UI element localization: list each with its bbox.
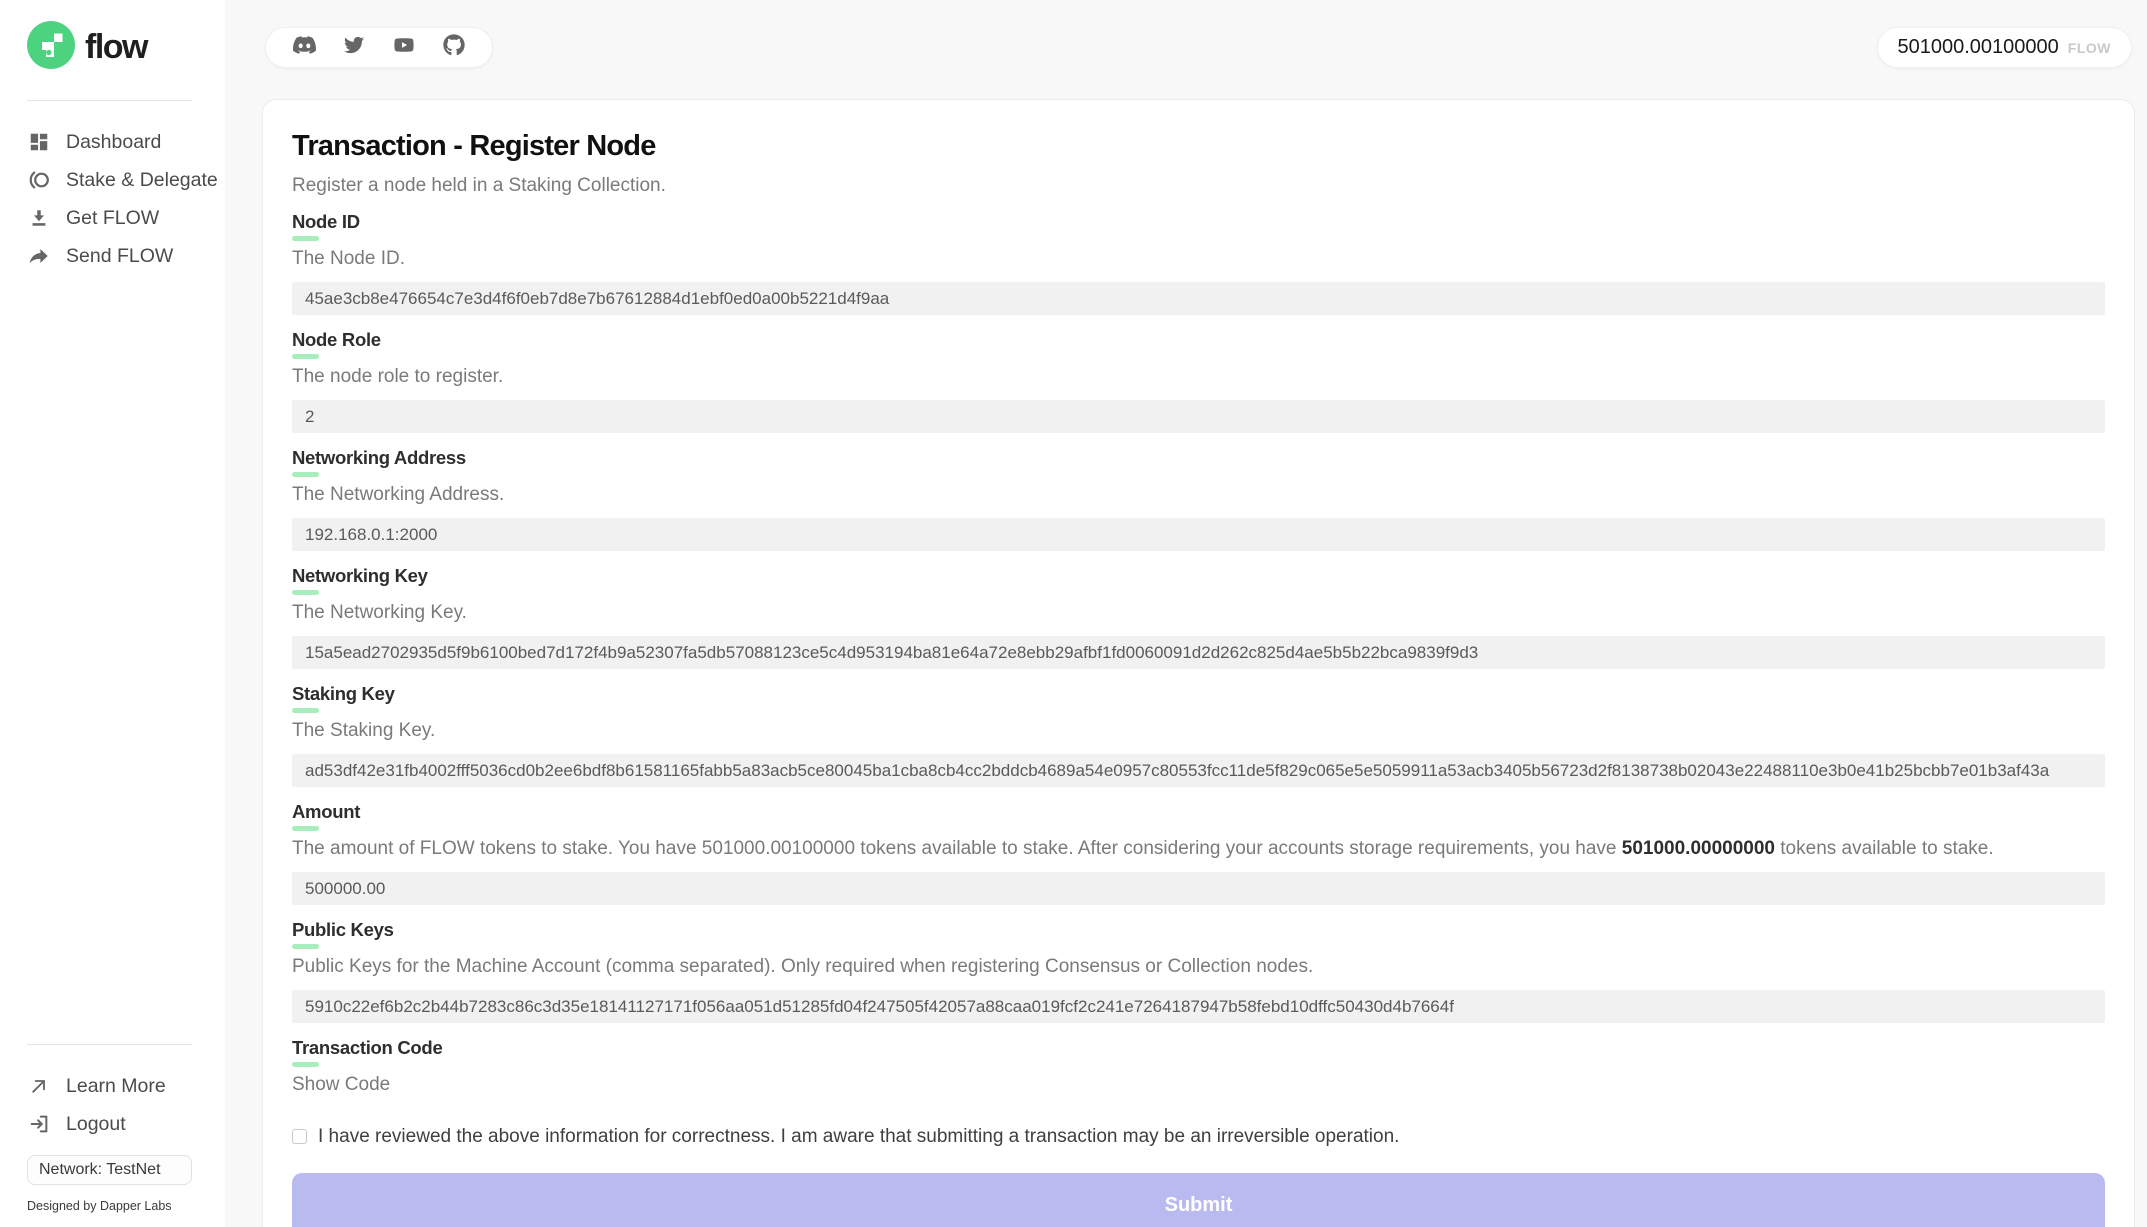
flow-logo[interactable]: flow — [0, 21, 225, 74]
amount-desc-before: The amount of FLOW tokens to stake. You … — [292, 838, 1622, 859]
twitter-icon — [343, 35, 365, 60]
networking-address-input[interactable] — [292, 518, 2105, 551]
confirmation-row: I have reviewed the above information fo… — [292, 1126, 2105, 1148]
field-networking-address: Networking Address The Networking Addres… — [292, 447, 2105, 551]
external-link-icon — [27, 1074, 51, 1098]
field-label: Staking Key — [292, 683, 2105, 705]
label-underline — [292, 590, 319, 595]
field-label: Networking Address — [292, 447, 2105, 469]
twitter-link[interactable] — [342, 36, 366, 60]
stake-delegate-icon — [27, 168, 51, 192]
discord-icon — [292, 35, 317, 60]
field-node-role: Node Role The node role to register. — [292, 329, 2105, 433]
logout-icon — [27, 1112, 51, 1136]
discord-link[interactable] — [292, 36, 316, 60]
label-underline — [292, 826, 319, 831]
confirmation-text: I have reviewed the above information fo… — [318, 1126, 1399, 1148]
sidebar-item-label: Get FLOW — [66, 207, 159, 230]
sidebar-item-send-flow[interactable]: Send FLOW — [0, 237, 225, 275]
github-link[interactable] — [442, 36, 466, 60]
social-links — [265, 27, 493, 68]
field-description: The Networking Key. — [292, 602, 2105, 624]
field-label: Transaction Code — [292, 1037, 2105, 1059]
public-keys-input[interactable] — [292, 990, 2105, 1023]
transaction-card: Transaction - Register Node Register a n… — [262, 99, 2135, 1227]
staking-key-input[interactable] — [292, 754, 2105, 787]
field-label: Amount — [292, 801, 2105, 823]
field-description: The Networking Address. — [292, 484, 2105, 506]
github-icon — [443, 34, 465, 61]
field-label: Networking Key — [292, 565, 2105, 587]
topbar: 501000.00100000 FLOW — [265, 27, 2132, 68]
field-label: Public Keys — [292, 919, 2105, 941]
dashboard-icon — [27, 130, 51, 154]
amount-available-bold: 501000.00000000 — [1622, 838, 1775, 859]
page-title: Transaction - Register Node — [292, 130, 2105, 163]
show-code-toggle[interactable]: Show Code — [292, 1074, 390, 1096]
sidebar-item-label: Dashboard — [66, 131, 161, 154]
sidebar-item-label: Learn More — [66, 1075, 166, 1098]
sidebar-item-label: Logout — [66, 1113, 126, 1136]
page-subtitle: Register a node held in a Staking Collec… — [292, 175, 2105, 197]
field-description: The Staking Key. — [292, 720, 2105, 742]
field-description: Public Keys for the Machine Account (com… — [292, 956, 2105, 978]
send-icon — [27, 244, 51, 268]
app-root: flow Dashboard Stake & Delegate Get F — [0, 0, 2147, 1227]
sidebar-item-dashboard[interactable]: Dashboard — [0, 123, 225, 161]
label-underline — [292, 354, 319, 359]
sidebar: flow Dashboard Stake & Delegate Get F — [0, 0, 225, 1227]
divider — [27, 100, 192, 101]
divider — [27, 1044, 192, 1045]
brand-name: flow — [85, 28, 147, 67]
youtube-link[interactable] — [392, 36, 416, 60]
label-underline — [292, 236, 319, 241]
field-amount: Amount The amount of FLOW tokens to stak… — [292, 801, 2105, 905]
network-indicator: Network: TestNet — [27, 1155, 192, 1185]
field-public-keys: Public Keys Public Keys for the Machine … — [292, 919, 2105, 1023]
sidebar-footer-nav: Learn More Logout — [0, 1067, 225, 1143]
submit-button[interactable]: Submit — [292, 1173, 2105, 1227]
label-underline — [292, 708, 319, 713]
flow-logo-icon — [27, 21, 75, 74]
field-staking-key: Staking Key The Staking Key. — [292, 683, 2105, 787]
balance-currency: FLOW — [2068, 40, 2111, 56]
youtube-icon — [392, 36, 416, 59]
label-underline — [292, 1062, 319, 1067]
main-area: 501000.00100000 FLOW Transaction - Regis… — [225, 0, 2147, 1227]
account-balance: 501000.00100000 FLOW — [1877, 27, 2133, 68]
field-label: Node ID — [292, 211, 2105, 233]
sidebar-item-logout[interactable]: Logout — [0, 1105, 225, 1143]
field-node-id: Node ID The Node ID. — [292, 211, 2105, 315]
node-id-input[interactable] — [292, 282, 2105, 315]
sidebar-item-get-flow[interactable]: Get FLOW — [0, 199, 225, 237]
sidebar-item-learn-more[interactable]: Learn More — [0, 1067, 225, 1105]
label-underline — [292, 472, 319, 477]
sidebar-item-label: Send FLOW — [66, 245, 173, 268]
field-description: The Node ID. — [292, 248, 2105, 270]
confirmation-checkbox[interactable] — [292, 1129, 307, 1144]
field-description: The node role to register. — [292, 366, 2105, 388]
field-label: Node Role — [292, 329, 2105, 351]
amount-input[interactable] — [292, 872, 2105, 905]
field-networking-key: Networking Key The Networking Key. — [292, 565, 2105, 669]
field-transaction-code: Transaction Code Show Code — [292, 1037, 2105, 1096]
sidebar-item-label: Stake & Delegate — [66, 169, 218, 192]
label-underline — [292, 944, 319, 949]
sidebar-nav: Dashboard Stake & Delegate Get FLOW Send… — [0, 123, 225, 275]
download-icon — [27, 206, 51, 230]
balance-amount: 501000.00100000 — [1898, 36, 2059, 59]
amount-desc-after: tokens available to stake. — [1775, 838, 1994, 859]
sidebar-spacer — [0, 275, 225, 1044]
field-description: The amount of FLOW tokens to stake. You … — [292, 838, 2105, 860]
credit-text: Designed by Dapper Labs — [27, 1199, 225, 1213]
networking-key-input[interactable] — [292, 636, 2105, 669]
node-role-input[interactable] — [292, 400, 2105, 433]
sidebar-item-stake-delegate[interactable]: Stake & Delegate — [0, 161, 225, 199]
